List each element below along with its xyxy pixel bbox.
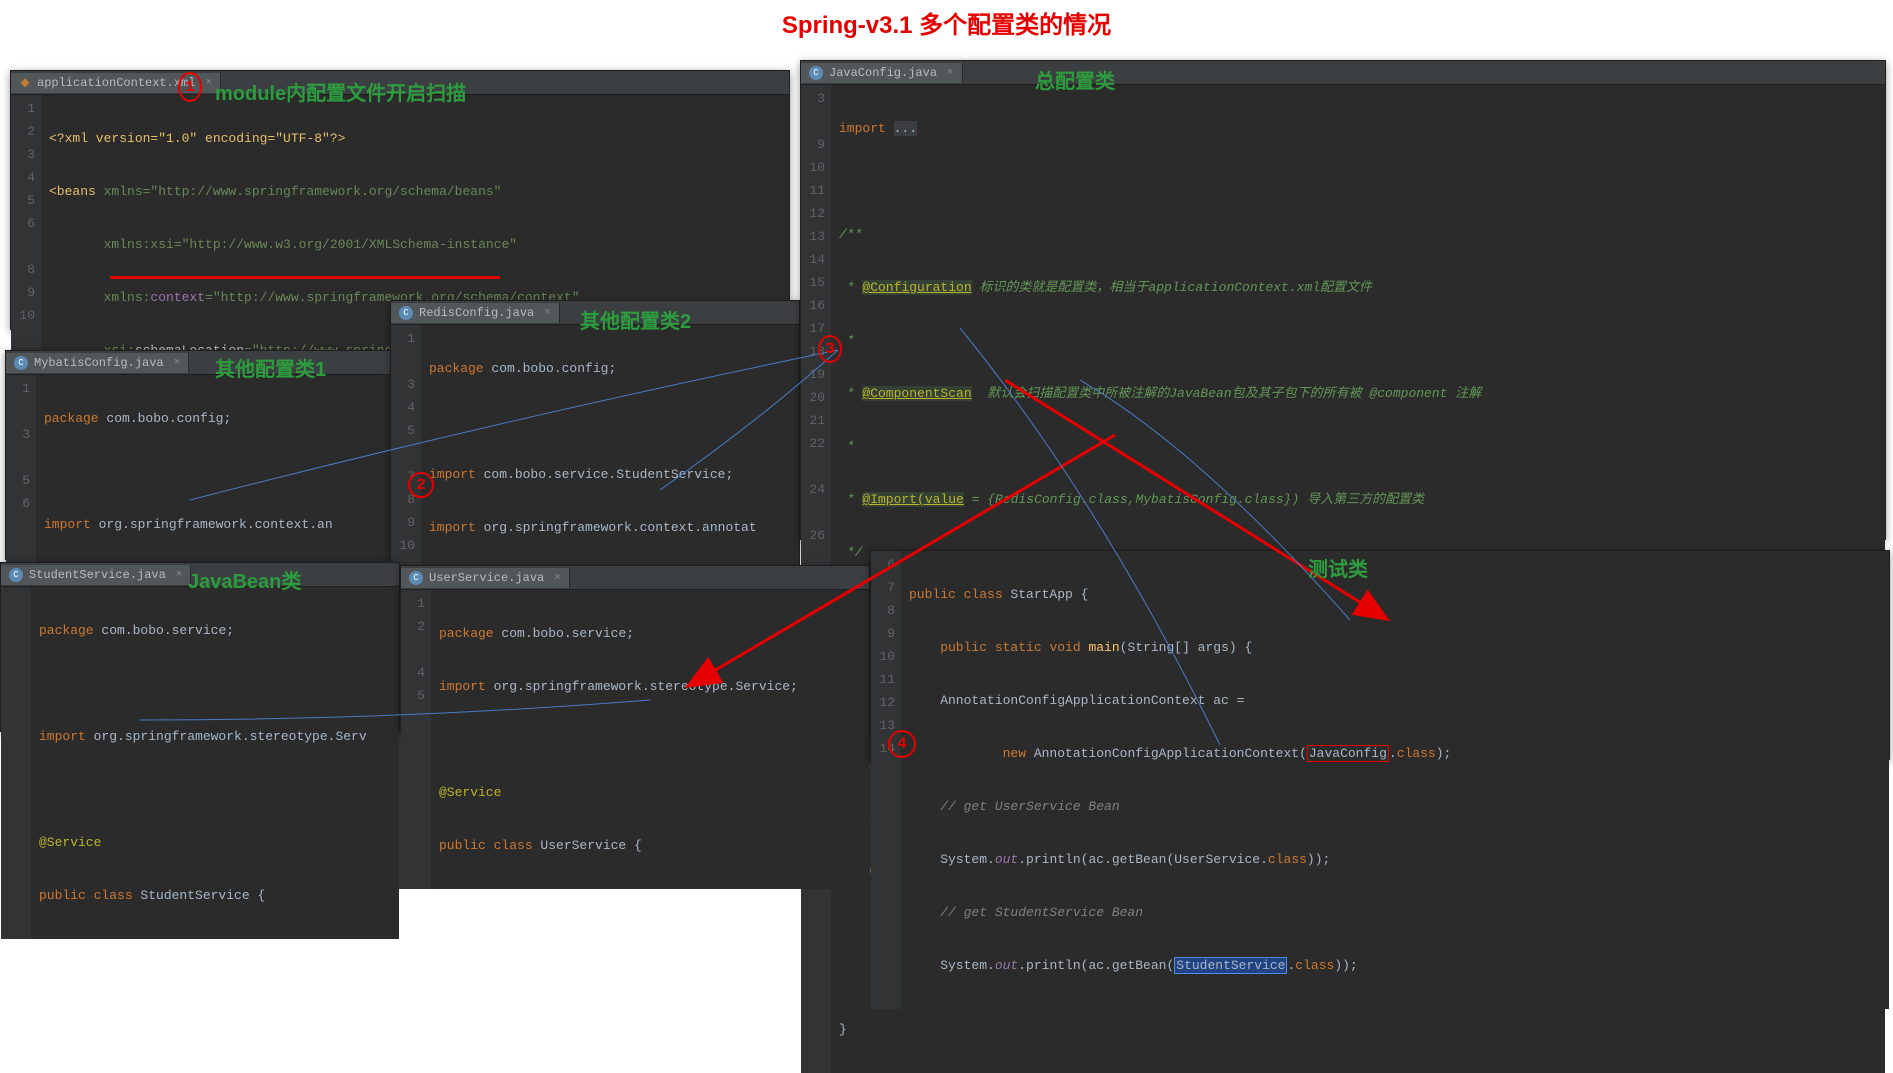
panel-app-context: ◆ applicationContext.xml × 123456 8910 <… <box>10 70 790 330</box>
tab-label: RedisConfig.java <box>419 306 534 320</box>
panel-redis: C RedisConfig.java × 1 345 78910 package… <box>390 300 800 565</box>
panel-mybatis: C MybatisConfig.java × 1 3 56 package co… <box>5 350 397 560</box>
underline-scan <box>110 276 500 279</box>
panel-javaconfig: C JavaConfig.java × 3 910111213141516171… <box>800 60 1886 540</box>
tab-label: StudentService.java <box>29 568 166 582</box>
main-title: Spring-v3.1 多个配置类的情况 <box>782 5 1111 40</box>
label-other2: 其他配置类2 <box>580 305 691 334</box>
tab-label: applicationContext.xml <box>37 76 195 90</box>
label-javabean: JavaBean类 <box>188 565 301 594</box>
tab-mybatis[interactable]: C MybatisConfig.java × <box>6 353 189 373</box>
xml-file-icon: ◆ <box>19 77 31 89</box>
close-icon[interactable]: × <box>176 569 183 581</box>
close-icon[interactable]: × <box>947 67 954 79</box>
close-icon[interactable]: × <box>554 572 561 584</box>
java-class-icon: C <box>14 356 28 370</box>
java-class-icon: C <box>809 66 823 80</box>
tab-bar: C MybatisConfig.java × <box>6 351 396 375</box>
label-main-config: 总配置类 <box>1035 65 1115 94</box>
close-icon[interactable]: × <box>174 357 181 369</box>
java-class-icon: C <box>409 571 423 585</box>
circle-1: 1 <box>178 72 202 102</box>
tab-bar: C JavaConfig.java × <box>801 61 1885 85</box>
tab-user[interactable]: C UserService.java × <box>401 568 570 588</box>
tab-redis[interactable]: C RedisConfig.java × <box>391 303 560 323</box>
tab-bar: C UserService.java × <box>401 566 869 590</box>
panel-startapp: 67891011121314 public class StartApp { p… <box>870 550 1890 760</box>
tab-label: JavaConfig.java <box>829 66 937 80</box>
circle-3: 3 <box>818 335 842 363</box>
circle-4: 4 <box>888 730 916 758</box>
label-test: 测试类 <box>1308 553 1368 582</box>
panel-user: C UserService.java × 12 45 package com.b… <box>400 565 870 730</box>
java-class-icon: C <box>399 306 413 320</box>
line-gutter: 67891011121314 <box>871 551 901 1009</box>
tab-label: MybatisConfig.java <box>34 356 164 370</box>
tab-student[interactable]: C StudentService.java × <box>1 565 191 585</box>
line-gutter: 12 45 <box>401 590 431 889</box>
label-other1: 其他配置类1 <box>215 353 326 382</box>
tab-javaconfig[interactable]: C JavaConfig.java × <box>801 63 963 83</box>
close-icon[interactable]: × <box>544 307 551 319</box>
label-module-scan: module内配置文件开启扫描 <box>215 77 466 106</box>
code-content[interactable]: package com.bobo.service; import org.spr… <box>431 590 869 889</box>
tab-label: UserService.java <box>429 571 544 585</box>
circle-2: 2 <box>408 472 434 498</box>
code-content[interactable]: package com.bobo.service; import org.spr… <box>31 587 399 939</box>
code-content[interactable]: public class StartApp { public static vo… <box>901 551 1889 1009</box>
java-class-icon: C <box>9 568 23 582</box>
line-gutter <box>1 587 31 939</box>
close-icon[interactable]: × <box>205 77 212 89</box>
